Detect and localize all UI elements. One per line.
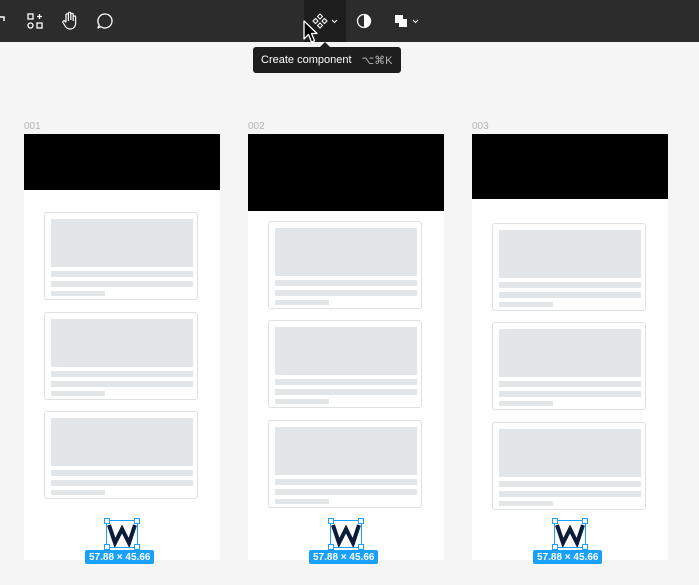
selected-logo[interactable] xyxy=(552,518,588,550)
card-line xyxy=(275,290,417,296)
card-image-placeholder xyxy=(275,228,417,276)
card-line xyxy=(275,379,417,385)
resources-icon xyxy=(27,13,43,29)
card-line xyxy=(275,300,329,305)
frame-header xyxy=(24,134,220,190)
logo-icon xyxy=(555,524,585,549)
mouse-cursor-icon xyxy=(303,20,318,43)
card-image-placeholder xyxy=(275,327,417,375)
chevron-down-icon xyxy=(412,19,419,23)
card-image-placeholder xyxy=(275,427,417,475)
resize-handle[interactable] xyxy=(328,518,334,524)
card xyxy=(268,420,422,508)
frame-header xyxy=(248,134,444,211)
card xyxy=(268,320,422,408)
card xyxy=(492,422,646,510)
card-line xyxy=(275,280,417,286)
tooltip-shortcut: ⌥⌘K xyxy=(361,54,393,67)
resize-handle[interactable] xyxy=(134,518,140,524)
card-image-placeholder xyxy=(51,219,193,267)
size-badge: 57.88 × 45.66 xyxy=(309,550,379,564)
card-line xyxy=(51,291,105,296)
card-line xyxy=(275,489,417,495)
card-image-placeholder xyxy=(499,429,641,477)
chevron-down-icon xyxy=(331,19,338,23)
card-line xyxy=(499,282,641,288)
card-line xyxy=(275,499,329,504)
card xyxy=(44,312,198,400)
hand-tool-button[interactable] xyxy=(56,0,84,42)
frame-icon xyxy=(0,16,5,21)
selected-logo[interactable] xyxy=(328,518,364,550)
resources-tool-button[interactable] xyxy=(22,0,48,42)
tooltip: Create component ⌥⌘K xyxy=(253,47,401,73)
card-line xyxy=(499,481,641,487)
card-line xyxy=(275,389,417,395)
card-line xyxy=(275,479,417,485)
card-line xyxy=(51,391,105,396)
tooltip-label: Create component xyxy=(261,54,352,66)
card xyxy=(44,411,198,499)
boolean-operations-button[interactable] xyxy=(388,0,424,42)
card-line xyxy=(499,401,553,406)
card-line xyxy=(51,381,193,387)
frame-002[interactable]: 57.88 × 45.66 xyxy=(248,134,444,564)
frame-label[interactable]: 001 xyxy=(24,121,41,132)
card-line xyxy=(499,491,641,497)
comment-tool-button[interactable] xyxy=(92,0,118,42)
resize-handle[interactable] xyxy=(582,518,588,524)
card-line xyxy=(51,371,193,377)
card xyxy=(492,322,646,410)
card xyxy=(492,223,646,311)
logo-icon xyxy=(107,524,137,549)
card-line xyxy=(51,281,193,287)
card-image-placeholder xyxy=(51,319,193,367)
card-line xyxy=(51,490,105,495)
frame-tool-button[interactable] xyxy=(0,0,8,42)
mask-icon xyxy=(356,13,372,29)
resize-handle[interactable] xyxy=(104,518,110,524)
toolbar xyxy=(0,0,699,42)
card-line xyxy=(499,292,641,298)
card-image-placeholder xyxy=(499,329,641,377)
comment-icon xyxy=(97,13,113,29)
frame-001[interactable]: 57.88 × 45.66 xyxy=(24,134,220,564)
frame-label[interactable]: 002 xyxy=(248,121,265,132)
card-line xyxy=(51,271,193,277)
card-image-placeholder xyxy=(499,230,641,278)
frame-label[interactable]: 003 xyxy=(472,121,489,132)
boolean-union-icon xyxy=(395,15,407,27)
card-line xyxy=(499,381,641,387)
selected-logo[interactable] xyxy=(104,518,140,550)
card xyxy=(44,212,198,300)
card-line xyxy=(499,302,553,307)
card xyxy=(268,221,422,309)
hand-icon xyxy=(62,11,77,30)
card-image-placeholder xyxy=(51,418,193,466)
card-line xyxy=(51,480,193,486)
size-badge: 57.88 × 45.66 xyxy=(533,550,603,564)
frame-003[interactable]: 57.88 × 45.66 xyxy=(472,134,668,564)
resize-handle[interactable] xyxy=(552,518,558,524)
card-line xyxy=(275,399,329,404)
mask-button[interactable] xyxy=(352,0,376,42)
logo-icon xyxy=(331,524,361,549)
card-line xyxy=(499,501,553,506)
size-badge: 57.88 × 45.66 xyxy=(85,550,155,564)
resize-handle[interactable] xyxy=(358,518,364,524)
frame-header xyxy=(472,134,668,199)
card-line xyxy=(499,391,641,397)
card-line xyxy=(51,470,193,476)
